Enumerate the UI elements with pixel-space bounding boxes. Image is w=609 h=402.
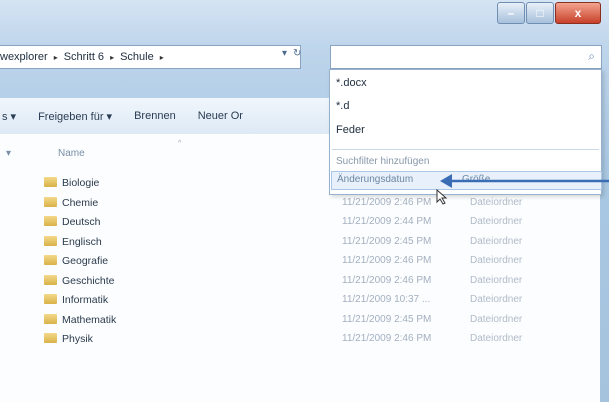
list-item[interactable]: Geografie 11/21/2009 2:46 PM Dateiordner: [0, 252, 600, 272]
breadcrumb-segment[interactable]: Schritt 6: [64, 51, 104, 63]
filter-date-modified[interactable]: Änderungsdatum: [337, 174, 413, 185]
new-folder-button[interactable]: Neuer Or: [198, 110, 243, 122]
divider: [332, 149, 599, 150]
search-input[interactable]: ⌕: [330, 45, 602, 69]
burn-button[interactable]: Brennen: [134, 110, 176, 122]
close-button[interactable]: x: [555, 2, 601, 24]
list-item[interactable]: Chemie 11/21/2009 2:46 PM Dateiordner: [0, 194, 600, 214]
window-frame: – □ x wexplorer ▸ Schritt 6 ▸ Schule ▸ ▾…: [0, 0, 609, 402]
minimize-button[interactable]: –: [497, 2, 525, 24]
list-item[interactable]: Englisch 11/21/2009 2:45 PM Dateiordner: [0, 233, 600, 253]
toolbar-organize-button[interactable]: s ▾: [2, 110, 16, 123]
maximize-button[interactable]: □: [526, 2, 554, 24]
share-button[interactable]: Freigeben für ▾: [38, 110, 112, 123]
list-item[interactable]: Informatik 11/21/2009 10:37 ... Dateiordne…: [0, 291, 600, 311]
file-list: Biologie Chemie 11/21/2009 2:46 PM Dateior…: [0, 174, 600, 350]
folder-icon: [44, 294, 57, 304]
folder-icon: [44, 255, 57, 265]
annotation-arrow-icon: [440, 174, 609, 188]
window-controls: – □ x: [497, 2, 601, 24]
list-item[interactable]: Geschichte 11/21/2009 2:46 PM Dateiordner: [0, 272, 600, 292]
title-bar: – □ x: [0, 0, 609, 44]
folder-icon: [44, 313, 57, 324]
suggestion-item[interactable]: Feder: [336, 124, 365, 136]
breadcrumb-segment[interactable]: wexplorer: [0, 51, 48, 63]
folder-icon: [44, 196, 57, 207]
sort-arrow-icon: ^: [178, 140, 182, 147]
folder-icon: [44, 333, 57, 343]
suggestion-item[interactable]: *.d: [336, 100, 349, 112]
breadcrumb-chevron-icon[interactable]: ▸: [160, 53, 164, 62]
refresh-icon[interactable]: ↻: [293, 48, 301, 59]
address-bar[interactable]: wexplorer ▸ Schritt 6 ▸ Schule ▸: [0, 45, 301, 69]
breadcrumb-segment[interactable]: Schule: [120, 51, 154, 63]
list-item[interactable]: Deutsch 11/21/2009 2:44 PM Dateiordner: [0, 213, 600, 233]
breadcrumb-chevron-icon[interactable]: ▸: [54, 53, 58, 62]
list-item[interactable]: Physik 11/21/2009 2:46 PM Dateiordner: [0, 330, 600, 350]
address-dropdown-icon[interactable]: ▾: [282, 48, 287, 59]
suggestion-item[interactable]: *.docx: [336, 77, 367, 89]
address-actions: ▾ ↻: [282, 48, 301, 59]
filter-heading: Suchfilter hinzufügen: [336, 156, 430, 167]
search-icon[interactable]: ⌕: [588, 49, 595, 64]
folder-icon: [44, 274, 57, 285]
list-item[interactable]: Mathematik 11/21/2009 2:45 PM Dateiordner: [0, 311, 600, 331]
folder-icon: [44, 235, 57, 246]
nav-pane-collapse-icon[interactable]: ▾: [6, 148, 11, 159]
folder-icon: [44, 177, 57, 187]
folder-icon: [44, 216, 57, 226]
breadcrumb-chevron-icon[interactable]: ▸: [110, 53, 114, 62]
mouse-cursor-icon: [436, 189, 448, 205]
command-toolbar: s ▾ Freigeben für ▾ Brennen Neuer Or: [0, 98, 340, 135]
column-header-name[interactable]: Name: [58, 148, 85, 159]
